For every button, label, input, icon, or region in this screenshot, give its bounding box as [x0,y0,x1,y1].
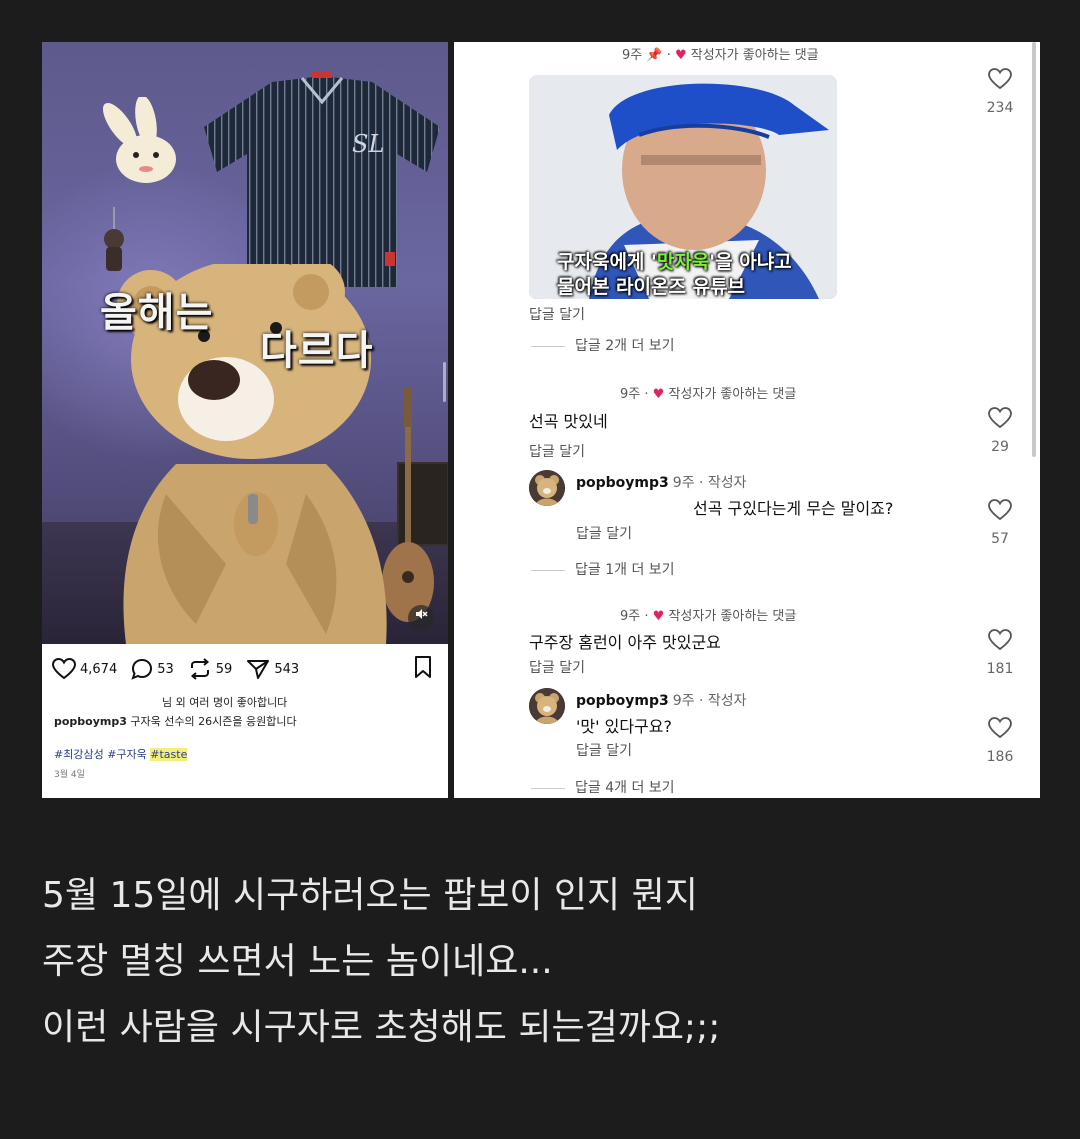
comment-text: 구주장 홈런이 아주 맛있군요 [529,633,721,652]
comment-time: 9주 [620,387,641,402]
heart-icon [52,658,76,680]
comment-like-button[interactable]: 186 [980,717,1020,765]
heart-icon [988,407,1012,429]
thumbnail-caption-line-1: 구자욱에게 '맛자욱'을 아냐고 [557,247,817,274]
hashtag[interactable]: #최강삼성 [54,748,104,761]
post-action-bar: 4,674 53 59 543 [52,654,313,684]
caption-text: 구자욱 선수의 26시즌을 응원합니다 [130,715,297,728]
jersey-image: SL [204,72,440,287]
comment-count: 53 [157,661,174,677]
repost-button[interactable]: 59 [188,658,233,680]
share-button[interactable]: 543 [246,658,299,680]
body-text-line-3: 이런 사람을 시구자로 초청해도 되는걸까요;;; [42,1007,721,1048]
username-text[interactable]: popboymp3 [576,475,669,491]
repost-icon [190,658,209,680]
reply-button[interactable]: 답글 달기 [529,304,585,324]
comment-meta: 9주 · ♥ 작성자가 좋아하는 댓글 [620,387,797,402]
thumbnail-caption-line-2: 물어본 라이온즈 유튜브 [557,276,746,298]
author-liked-label: 작성자가 좋아하는 댓글 [668,387,797,402]
comment-like-count: 186 [986,749,1014,765]
post-caption: popboymp3 구자욱 선수의 26시즌을 응원합니다 [54,713,297,729]
bear-avatar-image [529,470,565,506]
reply-button[interactable]: 답글 달기 [576,740,632,760]
heart-icon [988,717,1012,739]
heart-icon [988,499,1012,521]
like-button[interactable]: 4,674 [52,658,117,680]
comment-text: 선곡 맛있네 [529,412,608,431]
comment-time: 9주 [622,48,643,63]
bookmark-icon [415,656,431,678]
view-more-replies[interactable]: 답글 4개 더 보기 [531,777,675,797]
comment-like-button[interactable]: 181 [980,629,1020,677]
comment-like-count: 181 [986,661,1014,677]
comment-like-button[interactable]: 57 [980,499,1020,547]
reply-text: '맛' 있다구요? [576,717,672,736]
comment-like-button[interactable]: 29 [980,407,1020,455]
post-video[interactable]: SL 올해는 다르다 [42,42,448,644]
comment-like-count: 57 [991,531,1009,547]
hashtag-highlighted[interactable]: #taste [150,748,188,761]
comment-like-count: 234 [986,100,1014,116]
hashtag[interactable]: #구자욱 [107,748,147,761]
heart-icon [988,629,1012,651]
liked-by-text: 님 외 여러 명이 좋아합니다 [162,696,288,709]
heart-filled-icon: ♥ [652,387,665,402]
instagram-post-screenshot: SL 올해는 다르다 4,674 53 59 543 님 외 여러 명이 좋아합… [42,42,448,798]
body-text-line-2: 주장 멸칭 쓰면서 노는 놈이네요... [42,941,553,982]
author-liked-label: 작성자가 좋아하는 댓글 [668,609,797,624]
like-count: 4,674 [80,661,118,677]
author-liked-label: 작성자가 좋아하는 댓글 [690,48,819,63]
body-text-line-1: 5월 15일에 시구하러오는 팝보이 인지 뭔지 [42,875,698,916]
post-date: 3월 4일 [54,770,85,780]
comment-meta: 9주 · ♥ 작성자가 좋아하는 댓글 [620,609,797,624]
bunny-clock-image [102,97,176,183]
comment-bubble-icon [131,658,153,680]
reply-meta: 9주 · 작성자 [672,475,747,491]
post-username[interactable]: popboymp3 [54,715,127,728]
reply-button[interactable]: 답글 달기 [529,657,585,677]
video-scroll-indicator [443,362,446,402]
reply-username[interactable]: popboymp3 9주 · 작성자 [576,472,747,492]
reply-button[interactable]: 답글 달기 [576,523,632,543]
video-overlay-text-1: 올해는 [100,290,214,336]
username-text[interactable]: popboymp3 [576,693,669,709]
reply-button[interactable]: 답글 달기 [529,441,585,461]
reply-meta: 9주 · 작성자 [672,693,747,709]
pin-icon: 📌 [646,48,663,63]
thumbnail-caption-highlight: 맛자욱 [656,251,710,273]
heart-filled-icon: ♥ [652,609,665,624]
comments-screenshot: 9주 📌 · ♥ 작성자가 좋아하는 댓글 구자욱에게 '맛자욱'을 아냐고 물… [454,42,1040,798]
comment-like-button[interactable]: 234 [980,68,1020,116]
reply-text: 선곡 구있다는게 무슨 말이죠? [693,499,894,518]
svg-text:SL: SL [352,130,384,158]
thumbnail-caption-part: '을 아냐고 [709,251,792,273]
comment-button[interactable]: 53 [131,658,174,680]
comments-scrollbar[interactable] [1032,42,1036,457]
bear-avatar-image [529,688,565,724]
speaker-muted-icon [416,609,428,619]
send-icon [247,660,270,679]
avatar[interactable] [529,470,565,506]
heart-icon [988,68,1012,90]
view-more-replies[interactable]: 답글 1개 더 보기 [531,559,675,579]
comment-image-thumbnail[interactable]: 구자욱에게 '맛자욱'을 아냐고 물어본 라이온즈 유튜브 [529,75,837,299]
reply-username[interactable]: popboymp3 9주 · 작성자 [576,690,747,710]
thumbnail-caption-part: 구자욱에게 ' [557,251,657,273]
heart-filled-icon: ♥ [674,48,687,63]
avatar[interactable] [529,688,565,724]
video-overlay-text-2: 다르다 [260,328,374,374]
mute-icon[interactable] [408,605,434,631]
comment-time: 9주 [620,609,641,624]
comment-meta: 9주 📌 · ♥ 작성자가 좋아하는 댓글 [622,48,819,63]
comment-like-count: 29 [991,439,1009,455]
hashtag-list: #최강삼성 #구자욱 #taste [54,746,188,762]
view-more-replies[interactable]: 답글 2개 더 보기 [531,335,675,355]
share-count: 543 [274,661,300,677]
repost-count: 59 [215,661,233,677]
bookmark-button[interactable] [414,656,432,682]
